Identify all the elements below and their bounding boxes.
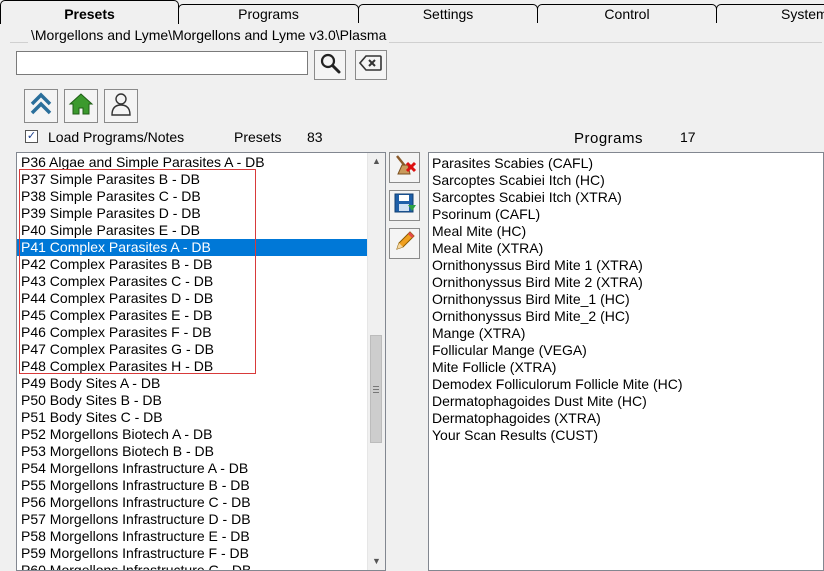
program-list-item[interactable]: Dermatophagoides Dust Mite (HC) bbox=[429, 393, 823, 410]
program-list-item[interactable]: Ornithonyssus Bird Mite 1 (XTRA) bbox=[429, 257, 823, 274]
presets-listbox[interactable]: P36 Algae and Simple Parasites A - DB P37… bbox=[16, 152, 386, 571]
presets-header-label: Presets bbox=[234, 129, 282, 145]
programs-header-label: Programs bbox=[574, 130, 644, 147]
presets-list: P36 Algae and Simple Parasites A - DB P37… bbox=[17, 154, 367, 570]
program-list-item[interactable]: Ornithonyssus Bird Mite 2 (XTRA) bbox=[429, 274, 823, 291]
presets-count: 83 bbox=[307, 129, 323, 145]
tab-presets[interactable]: Presets bbox=[0, 0, 179, 24]
scrollbar-thumb[interactable] bbox=[370, 335, 382, 443]
preset-list-item[interactable]: P50 Body Sites B - DB bbox=[17, 392, 367, 409]
preset-list-item[interactable]: P43 Complex Parasites C - DB bbox=[17, 273, 367, 290]
programs-count: 17 bbox=[680, 129, 696, 145]
preset-list-item[interactable]: P51 Body Sites C - DB bbox=[17, 409, 367, 426]
preset-list-item[interactable]: P45 Complex Parasites E - DB bbox=[17, 307, 367, 324]
preset-list-item[interactable]: P39 Simple Parasites D - DB bbox=[17, 205, 367, 222]
preset-list-item[interactable]: P38 Simple Parasites C - DB bbox=[17, 188, 367, 205]
programs-listbox[interactable]: Parasites Scabies (CAFL) Sarcoptes Scabie… bbox=[428, 152, 824, 571]
program-list-item[interactable]: Mange (XTRA) bbox=[429, 325, 823, 342]
program-list-item[interactable]: Your Scan Results (CUST) bbox=[429, 427, 823, 444]
program-list-item[interactable]: Ornithonyssus Bird Mite_2 (HC) bbox=[429, 308, 823, 325]
grip-line bbox=[373, 386, 379, 387]
preset-list-item[interactable]: P52 Morgellons Biotech A - DB bbox=[17, 426, 367, 443]
program-list-item[interactable]: Dermatophagoides (XTRA) bbox=[429, 410, 823, 427]
scroll-down-arrow-icon[interactable]: ▼ bbox=[368, 553, 385, 570]
home-button[interactable] bbox=[64, 89, 98, 123]
preset-list-item[interactable]: P47 Complex Parasites G - DB bbox=[17, 341, 367, 358]
preset-list-item[interactable]: P58 Morgellons Infrastructure E - DB bbox=[17, 528, 367, 545]
preset-list-item[interactable]: P54 Morgellons Infrastructure A - DB bbox=[17, 460, 367, 477]
preset-list-item[interactable]: P60 Morgellons Infrastructure G - DB bbox=[17, 562, 367, 570]
presets-scrollbar[interactable]: ▲ ▼ bbox=[367, 153, 385, 570]
tab-system[interactable]: System bbox=[716, 4, 824, 23]
program-list-item[interactable]: Sarcoptes Scabiei Itch (XTRA) bbox=[429, 189, 823, 206]
home-icon bbox=[68, 92, 94, 121]
preset-list-item[interactable]: P37 Simple Parasites B - DB bbox=[17, 171, 367, 188]
user-icon bbox=[109, 91, 133, 122]
program-list-item[interactable]: Meal Mite (XTRA) bbox=[429, 240, 823, 257]
double-chevron-up-icon bbox=[29, 91, 53, 122]
program-list-item[interactable]: Follicular Mange (VEGA) bbox=[429, 342, 823, 359]
scroll-up-arrow-icon[interactable]: ▲ bbox=[368, 153, 385, 170]
folder-path: \Morgellons and Lyme\Morgellons and Lyme… bbox=[28, 27, 390, 43]
preset-list-item[interactable]: P49 Body Sites A - DB bbox=[17, 375, 367, 392]
load-programs-checkbox[interactable]: ✓ bbox=[25, 130, 38, 143]
program-list-item[interactable]: Meal Mite (HC) bbox=[429, 223, 823, 240]
preset-list-item[interactable]: P40 Simple Parasites E - DB bbox=[17, 222, 367, 239]
save-preset-button[interactable] bbox=[389, 190, 420, 221]
preset-list-item[interactable]: P56 Morgellons Infrastructure C - DB bbox=[17, 494, 367, 511]
program-list-item[interactable]: Psorinum (CAFL) bbox=[429, 206, 823, 223]
backspace-icon bbox=[358, 54, 383, 77]
programs-list: Parasites Scabies (CAFL) Sarcoptes Scabie… bbox=[429, 155, 823, 444]
up-level-button[interactable] bbox=[24, 89, 58, 123]
tab-programs[interactable]: Programs bbox=[178, 4, 359, 23]
pencil-icon bbox=[393, 229, 417, 258]
tab-settings[interactable]: Settings bbox=[358, 4, 538, 23]
edit-preset-button[interactable] bbox=[389, 228, 420, 259]
preset-list-item[interactable]: P36 Algae and Simple Parasites A - DB bbox=[17, 154, 367, 171]
search-icon bbox=[319, 52, 341, 79]
preset-list-item[interactable]: P53 Morgellons Biotech B - DB bbox=[17, 443, 367, 460]
tab-bar: Presets Programs Settings Control System bbox=[0, 0, 824, 24]
save-icon bbox=[393, 191, 417, 220]
user-button[interactable] bbox=[104, 89, 138, 123]
program-list-item[interactable]: Mite Follicle (XTRA) bbox=[429, 359, 823, 376]
program-list-item[interactable]: Ornithonyssus Bird Mite_1 (HC) bbox=[429, 291, 823, 308]
preset-list-item[interactable]: P44 Complex Parasites D - DB bbox=[17, 290, 367, 307]
program-list-item[interactable]: Demodex Folliculorum Follicle Mite (HC) bbox=[429, 376, 823, 393]
preset-list-item[interactable]: P57 Morgellons Infrastructure D - DB bbox=[17, 511, 367, 528]
grip-line bbox=[373, 392, 379, 393]
search-input[interactable] bbox=[16, 51, 308, 75]
tab-control[interactable]: Control bbox=[537, 4, 717, 23]
preset-list-item[interactable]: P42 Complex Parasites B - DB bbox=[17, 256, 367, 273]
broom-delete-icon bbox=[393, 153, 417, 182]
load-programs-label: Load Programs/Notes bbox=[48, 129, 185, 145]
preset-list-item[interactable]: P41 Complex Parasites A - DB bbox=[17, 239, 367, 256]
preset-list-item[interactable]: P48 Complex Parasites H - DB bbox=[17, 358, 367, 375]
preset-list-item[interactable]: P46 Complex Parasites F - DB bbox=[17, 324, 367, 341]
clear-search-button[interactable] bbox=[355, 50, 387, 80]
preset-list-item[interactable]: P59 Morgellons Infrastructure F - DB bbox=[17, 545, 367, 562]
grip-line bbox=[373, 389, 379, 390]
preset-list-item[interactable]: P55 Morgellons Infrastructure B - DB bbox=[17, 477, 367, 494]
program-list-item[interactable]: Parasites Scabies (CAFL) bbox=[429, 155, 823, 172]
remove-preset-button[interactable] bbox=[389, 152, 420, 183]
program-list-item[interactable]: Sarcoptes Scabiei Itch (HC) bbox=[429, 172, 823, 189]
search-button[interactable] bbox=[314, 50, 346, 80]
